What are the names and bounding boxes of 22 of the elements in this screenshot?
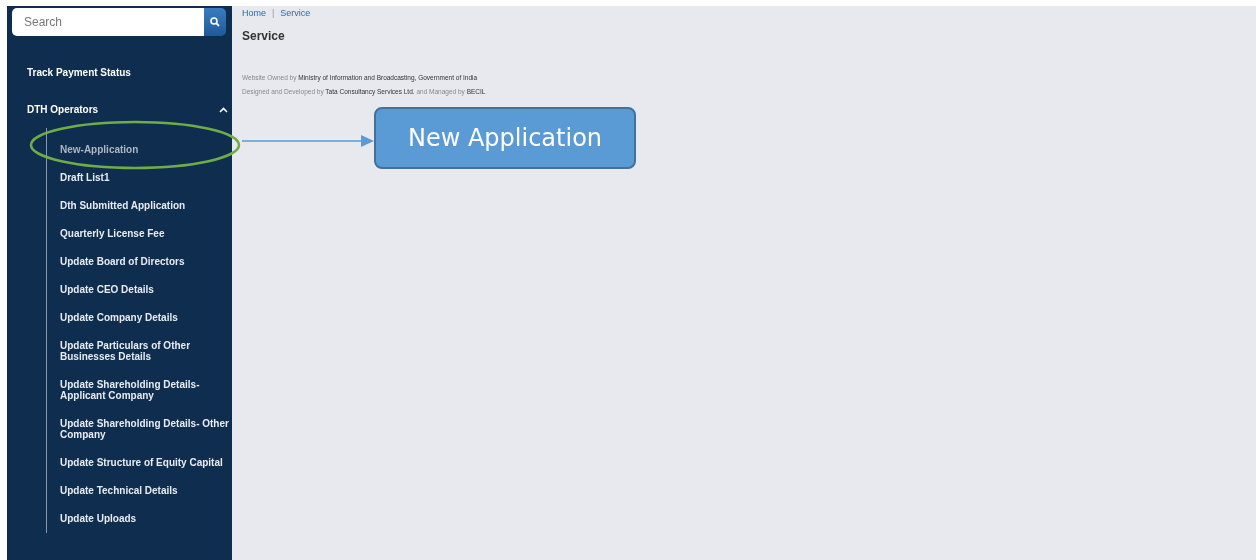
submenu-item[interactable]: Update Board of Directors (47, 248, 232, 276)
submenu-item[interactable]: Update Shareholding Details- Applicant Company (47, 371, 232, 410)
breadcrumb-link[interactable]: Home (242, 8, 266, 18)
menu-item[interactable]: Track Payment Status (7, 54, 232, 91)
submenu-item[interactable]: Update Technical Details (47, 477, 232, 505)
menu-item[interactable]: DTH Operators (7, 91, 232, 128)
breadcrumb-link[interactable]: Service (280, 8, 311, 18)
search-button[interactable] (204, 8, 226, 36)
search-icon (210, 17, 220, 27)
page-title: Service (242, 29, 286, 43)
submenu-item[interactable]: Update Company Details (47, 304, 232, 332)
submenu-item[interactable]: Draft List1 (47, 164, 232, 192)
submenu-item[interactable]: Update Particulars of Other Businesses Details (47, 332, 232, 371)
submenu-item[interactable]: Quarterly License Fee (47, 220, 232, 248)
submenu-item[interactable]: Update Shareholding Details- Other Company (47, 410, 232, 449)
submenu-item[interactable]: Dth Submitted Application (47, 192, 232, 220)
separator: | (272, 8, 275, 18)
submenu-item[interactable]: Update Uploads (47, 505, 232, 533)
submenu-item[interactable]: Update Structure of Equity Capital (47, 449, 232, 477)
submenu-item[interactable]: Update CEO Details (47, 276, 232, 304)
search-field[interactable]: Search (12, 8, 204, 36)
callout-box: New Application (374, 107, 636, 169)
